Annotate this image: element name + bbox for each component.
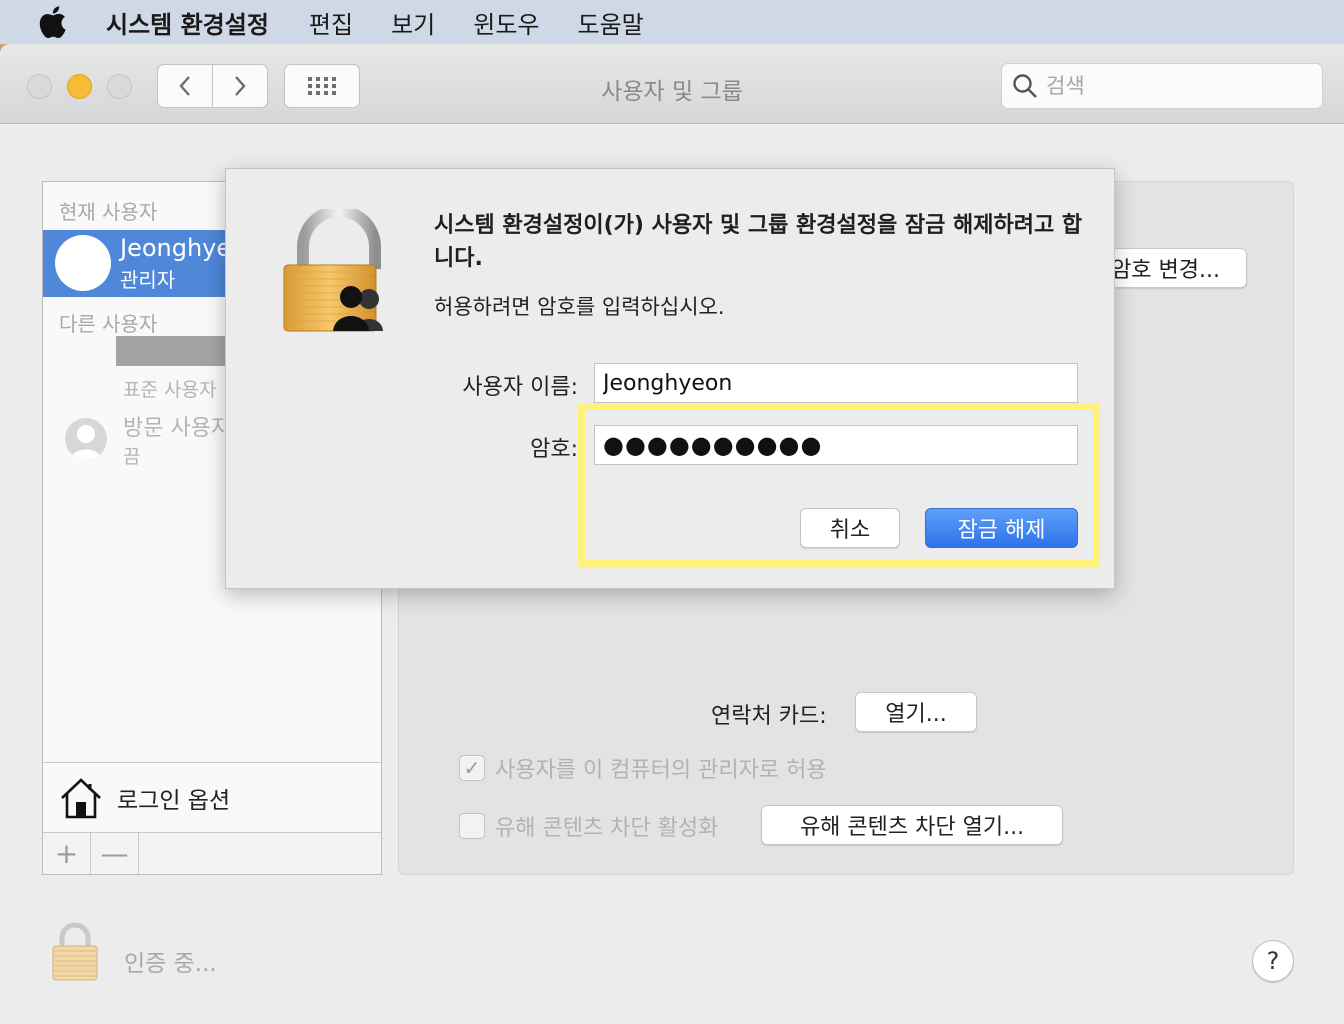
dialog-subtitle: 허용하려면 암호를 입력하십시오. — [434, 295, 725, 319]
guest-user-status: 끔 — [123, 446, 141, 468]
apple-logo-icon[interactable] — [0, 5, 106, 39]
parental-checkbox-row[interactable]: 유해 콘텐츠 차단 활성화 — [459, 810, 718, 842]
username-field[interactable] — [594, 363, 1078, 403]
unlock-button[interactable]: 잠금 해제 — [925, 508, 1078, 548]
login-options-label: 로그인 옵션 — [117, 787, 231, 814]
menu-view[interactable]: 보기 — [391, 5, 435, 40]
other-user-role: 표준 사용자 — [123, 379, 217, 401]
menu-edit[interactable]: 편집 — [309, 5, 353, 40]
search-icon — [1013, 74, 1037, 98]
add-user-button[interactable]: + — [43, 833, 91, 874]
house-icon — [61, 777, 101, 818]
login-options-row[interactable]: 로그인 옵션 — [43, 762, 381, 832]
contacts-card-label: 연락처 카드: — [711, 704, 827, 729]
menu-help[interactable]: 도움말 — [578, 5, 644, 40]
guest-user-name: 방문 사용자 — [123, 416, 232, 441]
contacts-open-button[interactable]: 열기... — [855, 692, 977, 732]
remove-user-button[interactable]: — — [91, 833, 139, 874]
password-field[interactable] — [594, 425, 1078, 465]
password-label: 암호: — [530, 437, 578, 462]
menu-window[interactable]: 윈도우 — [473, 5, 539, 40]
admin-checkbox-label: 사용자를 이 컴퓨터의 관리자로 허용 — [495, 758, 827, 783]
username-label: 사용자 이름: — [462, 375, 578, 400]
parental-checkbox-label: 유해 콘텐츠 차단 활성화 — [495, 816, 719, 841]
parental-controls-open-button[interactable]: 유해 콘텐츠 차단 열기... — [761, 805, 1063, 845]
list-toolbar: + — — [43, 832, 381, 874]
menu-bar: 시스템 환경설정 편집 보기 윈도우 도움말 — [0, 0, 1344, 44]
authentication-dialog: 시스템 환경설정이(가) 사용자 및 그룹 환경설정을 잠금 해제하려고 합니다… — [225, 168, 1115, 589]
search-field[interactable] — [1001, 63, 1323, 109]
guest-user-icon — [65, 418, 107, 460]
current-user-role: 관리자 — [120, 268, 176, 292]
other-users-label: 다른 사용자 — [59, 312, 158, 336]
lock-icon[interactable] — [50, 920, 100, 982]
current-users-label: 현재 사용자 — [59, 200, 158, 224]
menu-app-name[interactable]: 시스템 환경설정 — [106, 5, 269, 40]
title-bar: 사용자 및 그룹 — [0, 44, 1344, 124]
avatar — [55, 235, 111, 291]
preferences-window: 사용자 및 그룹 현재 사용자 Jeonghyeon 관리자 다른 사용자 표준… — [0, 44, 1344, 1024]
cancel-button[interactable]: 취소 — [800, 508, 900, 548]
help-button[interactable]: ? — [1252, 940, 1294, 982]
admin-checkbox[interactable]: ✓ — [459, 755, 485, 781]
auth-status-text: 인증 중... — [124, 951, 217, 977]
dialog-title: 시스템 환경설정이(가) 사용자 및 그룹 환경설정을 잠금 해제하려고 합니다… — [434, 213, 1083, 271]
admin-checkbox-row[interactable]: ✓ 사용자를 이 컴퓨터의 관리자로 허용 — [459, 752, 827, 784]
search-input[interactable] — [1046, 74, 1306, 98]
parental-controls-checkbox[interactable] — [459, 813, 485, 839]
lock-users-icon — [283, 209, 383, 332]
